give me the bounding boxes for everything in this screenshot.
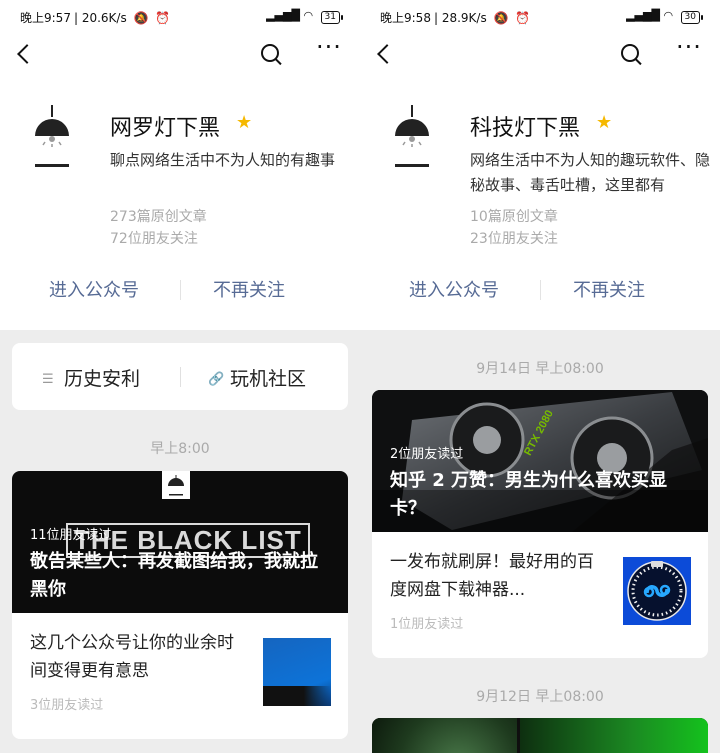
status-bar: 晚上9:58 | 28.9K/s 🔕 ⏰ ▂▄▆█ ◠ 30 <box>360 0 720 34</box>
status-net-speed: 28.9K/s <box>441 11 487 25</box>
account-description: 聊点网络生活中不为人知的有趣事 <box>110 151 336 169</box>
article-title: 这几个公众号让你的业余时间变得更有意思 <box>30 633 234 681</box>
article-thumbnail <box>623 557 691 625</box>
card-image-right <box>520 718 708 753</box>
nav-bar: ··· <box>360 34 720 74</box>
article-thumbnail <box>263 638 331 706</box>
time-label: 9月14日 早上08:00 <box>476 361 604 377</box>
wifi-icon: ◠ <box>303 9 314 22</box>
right-screen: 晚上9:58 | 28.9K/s 🔕 ⏰ ▂▄▆█ ◠ 30 ··· 科技灯下黑… <box>360 0 720 753</box>
mute-icon: 🔕 <box>133 11 149 25</box>
article-card: RTX 2080 2位朋友读过 知乎 2 万赞：男生为什么喜欢买显卡？ 一发布就… <box>372 390 708 658</box>
menu-item-community[interactable]: 🔗 玩机社区 <box>208 364 306 391</box>
time-label: 9月12日 早上08:00 <box>476 689 604 705</box>
time-label: 早上8:00 <box>150 441 210 457</box>
list-icon: ☰ <box>42 372 54 387</box>
divider <box>180 367 181 387</box>
menu-label: 历史安利 <box>64 368 141 390</box>
article-title: 一发布就刷屏！最好用的百度网盘下载神器... <box>390 552 594 600</box>
account-header: 网罗灯下黑 ★ 聊点网络生活中不为人知的有趣事 273篇原创文章 72位朋友关注… <box>0 74 360 330</box>
read-count: 3位朋友读过 <box>30 698 104 713</box>
article-item[interactable]: 一发布就刷屏！最好用的百度网盘下载神器... 1位朋友读过 <box>372 532 708 658</box>
wifi-icon: ◠ <box>663 9 674 22</box>
alarm-icon: ⏰ <box>155 11 171 25</box>
star-icon: ★ <box>596 112 613 133</box>
signal-icon: ▂▄▆█ <box>626 9 660 22</box>
card-image-left <box>372 718 517 753</box>
thumbnail-shadow <box>263 686 331 706</box>
menu-label: 玩机社区 <box>230 368 307 390</box>
status-time: 晚上9:58 <box>380 11 431 25</box>
battery-icon: 30 <box>680 11 704 24</box>
lamp-logo-icon <box>395 105 429 167</box>
friend-follow-count: 23位朋友关注 <box>470 231 558 247</box>
account-description: 网络生活中不为人知的趣玩软件、隐秘故事、毒舌吐槽，这里都有 <box>470 151 711 194</box>
menu-item-history[interactable]: ☰ 历史安利 <box>42 364 140 391</box>
friend-follow-count: 72位朋友关注 <box>110 231 198 247</box>
account-menu: ☰ 历史安利 🔗 玩机社区 <box>12 343 348 410</box>
left-screen: 晚上9:57 | 20.6K/s 🔕 ⏰ ▂▄▆█ ◠ 31 ··· 网罗灯下黑… <box>0 0 360 753</box>
star-icon: ★ <box>236 112 253 133</box>
featured-title: 知乎 2 万赞：男生为什么喜欢买显卡？ <box>390 470 668 519</box>
unfollow-button[interactable]: 不再关注 <box>213 276 285 302</box>
lamp-logo-icon <box>168 475 184 496</box>
back-arrow-icon[interactable] <box>374 40 398 68</box>
read-count: 1位朋友读过 <box>390 617 464 632</box>
more-dots-icon[interactable]: ··· <box>316 35 344 66</box>
account-name: 网罗灯下黑 <box>110 116 221 141</box>
banner-logo <box>162 471 190 499</box>
search-icon[interactable] <box>258 41 284 67</box>
link-icon: 🔗 <box>208 372 225 387</box>
divider <box>180 280 181 300</box>
article-card[interactable] <box>372 718 708 753</box>
back-arrow-icon[interactable] <box>14 40 38 68</box>
status-net-speed: 20.6K/s <box>81 11 127 25</box>
article-card: THE BLACK LIST 11位朋友读过 敬告某些人：再发截图给我，我就拉黑… <box>12 471 348 739</box>
featured-article[interactable]: THE BLACK LIST 11位朋友读过 敬告某些人：再发截图给我，我就拉黑… <box>12 471 348 613</box>
article-count: 10篇原创文章 <box>470 209 558 225</box>
article-item[interactable]: 这几个公众号让你的业余时间变得更有意思 3位朋友读过 <box>12 613 348 739</box>
alarm-icon: ⏰ <box>515 11 531 25</box>
featured-title: 敬告某些人：再发截图给我，我就拉黑你 <box>30 551 318 600</box>
mute-icon: 🔕 <box>493 11 509 25</box>
unfollow-button[interactable]: 不再关注 <box>573 276 645 302</box>
account-header: 科技灯下黑 ★ 网络生活中不为人知的趣玩软件、隐秘故事、毒舌吐槽，这里都有 10… <box>360 74 720 330</box>
lamp-logo-icon <box>35 105 69 167</box>
more-dots-icon[interactable]: ··· <box>676 35 704 66</box>
status-bar: 晚上9:57 | 20.6K/s 🔕 ⏰ ▂▄▆█ ◠ 31 <box>0 0 360 34</box>
nav-bar: ··· <box>0 34 360 74</box>
read-count: 11位朋友读过 <box>30 528 112 543</box>
status-time: 晚上9:57 <box>20 11 71 25</box>
account-name: 科技灯下黑 <box>470 116 581 141</box>
search-icon[interactable] <box>618 41 644 67</box>
read-count: 2位朋友读过 <box>390 447 464 462</box>
enter-account-button[interactable]: 进入公众号 <box>409 276 499 302</box>
divider <box>540 280 541 300</box>
enter-account-button[interactable]: 进入公众号 <box>49 276 139 302</box>
article-count: 273篇原创文章 <box>110 209 207 225</box>
battery-icon: 31 <box>320 11 344 24</box>
featured-article[interactable]: RTX 2080 2位朋友读过 知乎 2 万赞：男生为什么喜欢买显卡？ <box>372 390 708 532</box>
signal-icon: ▂▄▆█ <box>266 9 300 22</box>
speedometer-icon <box>627 561 687 621</box>
